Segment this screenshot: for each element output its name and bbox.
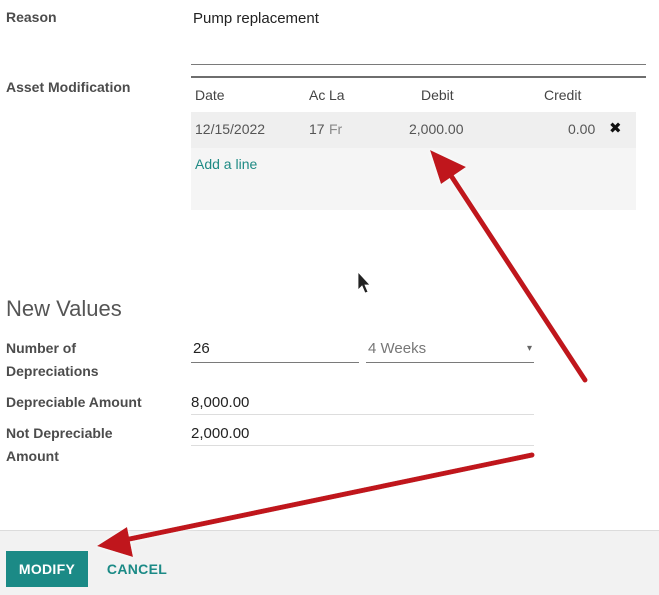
reason-label: Reason <box>6 9 57 25</box>
modify-button[interactable]: MODIFY <box>6 551 88 587</box>
label-line: Not Depreciable <box>6 425 113 441</box>
period-underline <box>366 362 534 363</box>
depreciations-underline <box>191 362 359 363</box>
cancel-button[interactable]: CANCEL <box>100 551 174 587</box>
table-header: Date Ac La Debit Credit <box>191 76 646 112</box>
row-date[interactable]: 12/15/2022 <box>195 121 265 137</box>
column-date[interactable]: Date <box>195 87 225 103</box>
number-of-depreciations-label: Number of Depreciations <box>6 337 99 383</box>
not-depreciable-amount-label: Not Depreciable Amount <box>6 422 113 468</box>
chevron-down-icon[interactable]: ▾ <box>527 343 532 354</box>
column-debit[interactable]: Debit <box>421 87 454 103</box>
not-depreciable-underline <box>191 445 534 446</box>
reason-field[interactable]: Pump replacement <box>193 10 319 27</box>
column-credit[interactable]: Credit <box>544 87 581 103</box>
depreciable-amount-input[interactable]: 8,000.00 <box>191 394 249 411</box>
add-line-link[interactable]: Add a line <box>195 156 257 172</box>
period-select[interactable]: 4 Weeks <box>368 340 426 357</box>
column-account[interactable]: Ac <box>309 87 325 103</box>
table-row[interactable]: 12/15/2022 17 Fr 2,000.00 0.00 ✖ <box>191 112 636 148</box>
depreciable-amount-label: Depreciable Amount <box>6 394 142 410</box>
asset-modification-table: Date Ac La Debit Credit 12/15/2022 17 Fr… <box>191 76 646 210</box>
not-depreciable-amount-input[interactable]: 2,000.00 <box>191 425 249 442</box>
close-icon[interactable]: ✖ <box>609 119 622 137</box>
depreciable-underline <box>191 414 534 415</box>
label-line: Depreciations <box>6 363 99 379</box>
asset-modification-label: Asset Modification <box>6 79 131 95</box>
reason-underline <box>191 64 646 65</box>
column-label[interactable]: La <box>329 87 345 103</box>
row-debit[interactable]: 2,000.00 <box>409 121 464 137</box>
row-label[interactable]: Fr <box>329 121 342 137</box>
row-account[interactable]: 17 <box>309 121 325 137</box>
row-credit[interactable]: 0.00 <box>568 121 595 137</box>
number-of-depreciations-input[interactable]: 26 <box>193 340 210 357</box>
label-line: Amount <box>6 448 59 464</box>
new-values-title: New Values <box>6 296 122 321</box>
dialog-footer <box>0 530 659 595</box>
table-footer: Add a line <box>191 148 636 210</box>
label-line: Number of <box>6 340 76 356</box>
